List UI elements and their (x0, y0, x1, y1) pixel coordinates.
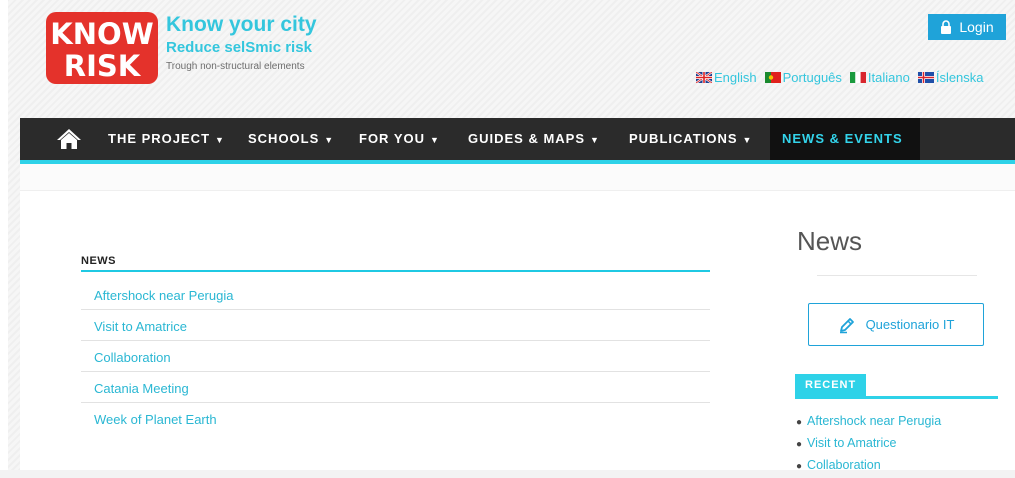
nav-for-you[interactable]: FOR YOU ▼ (347, 118, 452, 160)
nav-the-project[interactable]: THE PROJECT ▼ (96, 118, 237, 160)
recent-item[interactable]: ● Collaboration (796, 454, 941, 476)
logo-text-bottom: RISK (64, 49, 142, 83)
chevron-down-icon: ▼ (430, 135, 440, 145)
logo-text-top: KNOW (50, 17, 153, 51)
questionnaire-label: Questionario IT (865, 317, 955, 332)
home-icon[interactable] (56, 127, 82, 151)
iceland-flag-icon (917, 72, 934, 83)
lang-portuguese[interactable]: Português (764, 70, 842, 85)
sidebar-divider (817, 275, 977, 276)
chevron-down-icon: ▼ (215, 135, 225, 145)
lang-english-label: English (714, 70, 757, 85)
nav-news-events[interactable]: NEWS & EVENTS (770, 118, 920, 160)
tagline-sub: Reduce selSmic risk (166, 39, 312, 56)
tagline-main: Know your city (166, 13, 317, 36)
questionnaire-button[interactable]: Questionario IT (808, 303, 984, 346)
news-item[interactable]: Week of Planet Earth (81, 403, 710, 434)
bullet-icon: ● (796, 439, 803, 450)
nav-guides-maps-label: GUIDES & MAPS (468, 131, 586, 146)
nav-the-project-label: THE PROJECT (108, 131, 211, 146)
news-heading-divider (81, 270, 710, 272)
recent-heading: RECENT (795, 374, 867, 396)
tagline-small: Trough non-structural elements (166, 61, 305, 72)
bullet-icon: ● (796, 417, 803, 428)
nav-publications[interactable]: PUBLICATIONS ▼ (617, 118, 764, 160)
lang-italian[interactable]: Italiano (849, 70, 910, 85)
nav-publications-label: PUBLICATIONS (629, 131, 738, 146)
nav-schools-label: SCHOOLS (248, 131, 320, 146)
news-item[interactable]: Aftershock near Perugia (81, 279, 710, 310)
nav-for-you-label: FOR YOU (359, 131, 425, 146)
chevron-down-icon: ▼ (324, 135, 335, 145)
logo-graphic: KNOW RISK (50, 17, 153, 83)
lock-icon (941, 20, 952, 34)
news-list: Aftershock near Perugia Visit to Amatric… (81, 279, 710, 434)
lang-portuguese-label: Português (782, 70, 842, 85)
site-logo[interactable]: KNOW RISK (46, 12, 158, 84)
lang-italian-label: Italiano (867, 70, 910, 85)
nav-news-events-label: NEWS & EVENTS (782, 131, 903, 146)
lang-english[interactable]: English (696, 70, 757, 85)
lang-icelandic[interactable]: Íslenska (917, 70, 984, 85)
content-top-strip (20, 164, 1015, 191)
main-navbar: THE PROJECT ▼ SCHOOLS ▼ FOR YOU ▼ GUIDES & … (20, 118, 1015, 164)
recent-list: ● Aftershock near Perugia ● Visit to Amatr… (796, 410, 941, 476)
recent-divider (795, 396, 998, 399)
recent-item-label: Visit to Amatrice (807, 436, 897, 450)
login-label: Login (959, 19, 994, 35)
news-item[interactable]: Collaboration (81, 341, 710, 372)
recent-item[interactable]: ● Aftershock near Perugia (796, 410, 941, 432)
recent-item-label: Aftershock near Perugia (807, 414, 942, 428)
news-item[interactable]: Catania Meeting (81, 372, 710, 403)
italy-flag-icon (849, 72, 866, 83)
nav-schools[interactable]: SCHOOLS ▼ (236, 118, 346, 160)
chevron-down-icon: ▼ (590, 135, 600, 145)
recent-item[interactable]: ● Visit to Amatrice (796, 432, 941, 454)
lang-icelandic-label: Íslenska (935, 70, 984, 85)
uk-flag-icon (696, 72, 712, 83)
news-item[interactable]: Visit to Amatrice (81, 310, 710, 341)
pencil-icon (839, 317, 854, 333)
sidebar-title: News (797, 226, 863, 256)
nav-guides-maps[interactable]: GUIDES & MAPS ▼ (456, 118, 612, 160)
bullet-icon: ● (796, 461, 803, 472)
news-section-heading: NEWS (81, 255, 116, 267)
language-selector: English Português Italiano Íslenska (696, 70, 984, 85)
chevron-down-icon: ▼ (742, 135, 753, 145)
portugal-flag-icon (764, 72, 781, 83)
left-edge (0, 0, 8, 470)
login-button[interactable]: Login (928, 14, 1006, 40)
